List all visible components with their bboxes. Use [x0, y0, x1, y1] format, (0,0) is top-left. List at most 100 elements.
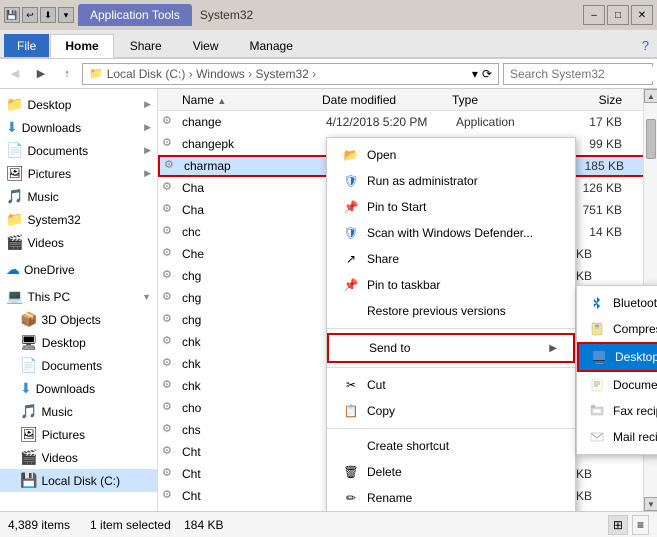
sidebar-item-pictures2[interactable]: 🖼 Pictures	[0, 423, 157, 446]
open-icon: 📂	[343, 147, 359, 163]
context-menu-cut[interactable]: ✂ Cut	[327, 372, 575, 398]
quick-access-dropdown[interactable]: ▾	[58, 7, 74, 23]
sidebar-item-videos[interactable]: 🎬 Videos	[0, 231, 157, 254]
share-icon: ↗	[343, 251, 359, 267]
context-menu-share[interactable]: ↗ Share	[327, 246, 575, 272]
folder-icon: 📁	[6, 211, 23, 228]
sidebar-item-label: Videos	[27, 236, 151, 250]
context-menu-send-to-label: Send to	[369, 341, 410, 355]
sidebar-item-label: Pictures	[42, 428, 151, 442]
context-menu-create-shortcut[interactable]: Create shortcut	[327, 433, 575, 459]
minimize-button[interactable]: –	[583, 5, 605, 25]
file-name: Cha	[182, 181, 326, 195]
sidebar-item-downloads[interactable]: ⬇ Downloads ▶	[0, 116, 157, 139]
help-button[interactable]: ?	[634, 34, 657, 57]
view-list-icon[interactable]: ≡	[632, 515, 649, 535]
sidebar-item-label: Desktop	[27, 98, 138, 112]
sidebar-item-3dobjects[interactable]: 📦 3D Objects	[0, 308, 157, 331]
sidebar-item-videos2[interactable]: 🎬 Videos	[0, 446, 157, 469]
scroll-up-button[interactable]: ▲	[644, 89, 657, 103]
context-menu-copy[interactable]: 📋 Copy	[327, 398, 575, 424]
context-menu-run-admin-label: Run as administrator	[367, 174, 478, 188]
zip-icon	[589, 321, 605, 337]
path-refresh[interactable]: ⟳	[482, 67, 492, 81]
sidebar-item-pictures[interactable]: 🖼 Pictures ▶	[0, 162, 157, 185]
file-list: Name ▲ Date modified Type Size ⚙ change …	[158, 89, 657, 511]
sidebar-item-onedrive[interactable]: ☁ OneDrive	[0, 258, 157, 281]
sidebar-item-documents[interactable]: 📄 Documents ▶	[0, 139, 157, 162]
context-menu-delete-label: Delete	[367, 465, 402, 479]
view-large-icon[interactable]: ⊞	[608, 515, 628, 535]
file-type: Application	[456, 115, 556, 129]
file-row[interactable]: ⚙ change 4/12/2018 5:20 PM Application 1…	[158, 111, 657, 133]
sidebar-item-desktop[interactable]: 📁 Desktop ▶	[0, 93, 157, 116]
sidebar-item-music[interactable]: 🎵 Music	[0, 185, 157, 208]
sidebar-item-documents2[interactable]: 📄 Documents	[0, 354, 157, 377]
col-header-type[interactable]: Type	[452, 93, 552, 107]
tab-share[interactable]: Share	[115, 34, 177, 57]
context-menu-run-admin[interactable]: 🛡 Run as administrator	[327, 168, 575, 194]
submenu-compressed[interactable]: Compressed (zipped) fol...	[577, 316, 657, 342]
tab-home[interactable]: Home	[50, 34, 113, 58]
documents2-icon: 📄	[20, 357, 37, 374]
tab-view[interactable]: View	[178, 34, 234, 57]
pin-taskbar-icon: 📌	[343, 277, 359, 293]
submenu-bluetooth[interactable]: Bluetooth device	[577, 290, 657, 316]
file-name: chg	[182, 291, 326, 305]
file-name: Che	[182, 247, 326, 261]
sidebar: 📁 Desktop ▶ ⬇ Downloads ▶ 📄 Documents ▶ …	[0, 89, 158, 511]
context-menu-open[interactable]: 📂 Open	[327, 142, 575, 168]
context-menu-separator	[327, 328, 575, 329]
context-menu-restore[interactable]: Restore previous versions	[327, 298, 575, 324]
context-menu-rename[interactable]: ✏ Rename	[327, 485, 575, 511]
submenu-fax[interactable]: Fax recipient	[577, 398, 657, 424]
context-menu-pin-start-label: Pin to Start	[367, 200, 426, 214]
context-menu-share-label: Share	[367, 252, 399, 266]
sidebar-item-localdisk[interactable]: 💾 Local Disk (C:)	[0, 469, 157, 492]
scroll-down-button[interactable]: ▼	[644, 497, 657, 511]
app-tab[interactable]: Application Tools	[78, 4, 192, 26]
tab-file[interactable]: File	[4, 34, 49, 57]
forward-button[interactable]: ▶	[30, 63, 52, 85]
context-menu-scan[interactable]: 🛡 Scan with Windows Defender...	[327, 220, 575, 246]
submenu-documents[interactable]: Documents	[577, 372, 657, 398]
close-button[interactable]: ✕	[631, 5, 653, 25]
up-button[interactable]: ↑	[56, 63, 78, 85]
path-dropdown[interactable]: ▾	[472, 67, 478, 81]
back-button[interactable]: ◀	[4, 63, 26, 85]
context-menu-pin-start[interactable]: 📌 Pin to Start	[327, 194, 575, 220]
sidebar-item-desktop2[interactable]: 🖥 Desktop	[0, 331, 157, 354]
address-path[interactable]: 📁 Local Disk (C:) › Windows › System32 ›…	[82, 63, 499, 85]
sidebar-item-music2[interactable]: 🎵 Music	[0, 400, 157, 423]
onedrive-icon: ☁	[6, 261, 20, 278]
submenu-compressed-label: Compressed (zipped) fol...	[613, 322, 657, 336]
quick-access-undo[interactable]: ↩	[22, 7, 38, 23]
col-header-date[interactable]: Date modified	[322, 93, 452, 107]
search-box[interactable]: 🔍	[503, 63, 653, 85]
submenu-mail[interactable]: Mail recipient	[577, 424, 657, 450]
quick-access-save[interactable]: 💾	[4, 7, 20, 23]
tab-manage[interactable]: Manage	[235, 34, 308, 57]
sidebar-item-thispc[interactable]: 💻 This PC ▼	[0, 285, 157, 308]
mail-icon	[589, 429, 605, 445]
quick-access-redo[interactable]: ⬇	[40, 7, 56, 23]
context-menu-restore-label: Restore previous versions	[367, 304, 506, 318]
file-name: Cht	[182, 489, 326, 503]
search-input[interactable]	[510, 67, 657, 81]
view-controls: ⊞ ≡	[608, 515, 649, 535]
scroll-thumb[interactable]	[646, 119, 656, 159]
maximize-button[interactable]: □	[607, 5, 629, 25]
file-icon: ⚙	[162, 334, 178, 350]
context-menu-send-to[interactable]: Send to ▶	[327, 333, 575, 363]
sidebar-item-downloads2[interactable]: ⬇ Downloads	[0, 377, 157, 400]
col-header-name[interactable]: Name ▲	[162, 93, 322, 107]
sidebar-item-label: Music	[27, 190, 151, 204]
rename-icon: ✏	[343, 490, 359, 506]
context-menu-delete[interactable]: 🗑 Delete	[327, 459, 575, 485]
col-header-size[interactable]: Size	[552, 93, 622, 107]
context-menu-pin-taskbar[interactable]: 📌 Pin to taskbar	[327, 272, 575, 298]
sidebar-item-label: This PC	[27, 290, 136, 304]
submenu-desktop-shortcut[interactable]: Desktop (create shortcut)	[577, 342, 657, 372]
title-bar: 💾 ↩ ⬇ ▾ Application Tools System32 – □ ✕	[0, 0, 657, 30]
sidebar-item-system32[interactable]: 📁 System32	[0, 208, 157, 231]
